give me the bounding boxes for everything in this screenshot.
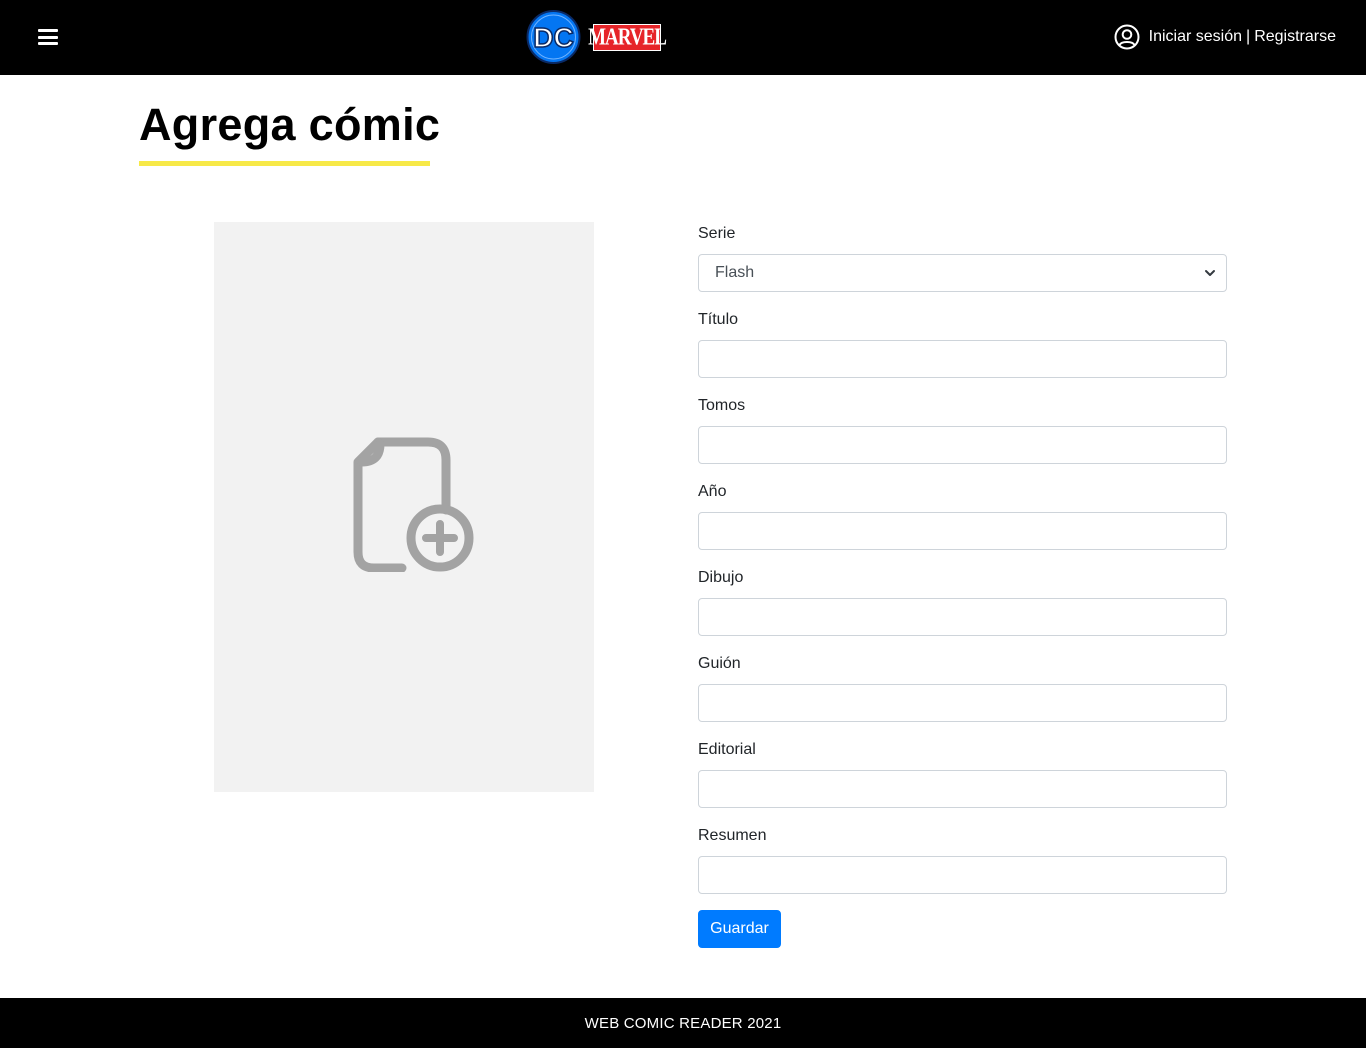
user-auth-area: Iniciar sesión | Registrarse bbox=[1114, 22, 1336, 52]
anio-label: Año bbox=[698, 483, 727, 500]
guion-label: Guión bbox=[698, 655, 741, 672]
auth-separator: | bbox=[1246, 28, 1251, 45]
login-link[interactable]: Iniciar sesión bbox=[1149, 28, 1242, 46]
tomos-label: Tomos bbox=[698, 397, 746, 414]
serie-label: Serie bbox=[698, 225, 736, 242]
file-add-icon[interactable] bbox=[344, 432, 474, 572]
hamburger-menu-icon[interactable] bbox=[38, 29, 58, 45]
add-comic-form: Serie Flash Título Tomos Año Dibujo Guió… bbox=[698, 222, 1227, 910]
dibujo-input[interactable] bbox=[698, 598, 1227, 636]
footer: WEB COMIC READER 2021 bbox=[0, 998, 1366, 1048]
svg-text:DC: DC bbox=[533, 22, 573, 53]
titulo-label: Título bbox=[698, 311, 739, 328]
titulo-input[interactable] bbox=[698, 340, 1227, 378]
chevron-down-icon bbox=[1205, 270, 1215, 276]
editorial-label: Editorial bbox=[698, 741, 756, 758]
page-title: Agrega cómic bbox=[139, 99, 441, 150]
resumen-label: Resumen bbox=[698, 827, 767, 844]
save-button[interactable]: Guardar bbox=[698, 910, 781, 948]
serie-selected-value: Flash bbox=[715, 264, 755, 281]
cover-upload-area[interactable] bbox=[214, 222, 594, 792]
anio-input[interactable] bbox=[698, 512, 1227, 550]
guion-input[interactable] bbox=[698, 684, 1227, 722]
editorial-input[interactable] bbox=[698, 770, 1227, 808]
dc-logo[interactable]: DC bbox=[524, 10, 583, 64]
marvel-logo[interactable]: MARVEL bbox=[588, 24, 667, 51]
footer-text: WEB COMIC READER 2021 bbox=[584, 1014, 782, 1032]
dibujo-label: Dibujo bbox=[698, 569, 744, 586]
tomos-input[interactable] bbox=[698, 426, 1227, 464]
serie-select[interactable]: Flash bbox=[698, 254, 1227, 292]
marvel-logo-text: MARVEL bbox=[588, 23, 667, 50]
resumen-input[interactable] bbox=[698, 856, 1227, 894]
title-underline bbox=[139, 161, 430, 166]
top-navbar: DC MARVEL Iniciar sesión | Registrarse bbox=[0, 0, 1366, 75]
register-link[interactable]: Registrarse bbox=[1254, 28, 1336, 46]
user-circle-icon[interactable] bbox=[1114, 24, 1140, 50]
